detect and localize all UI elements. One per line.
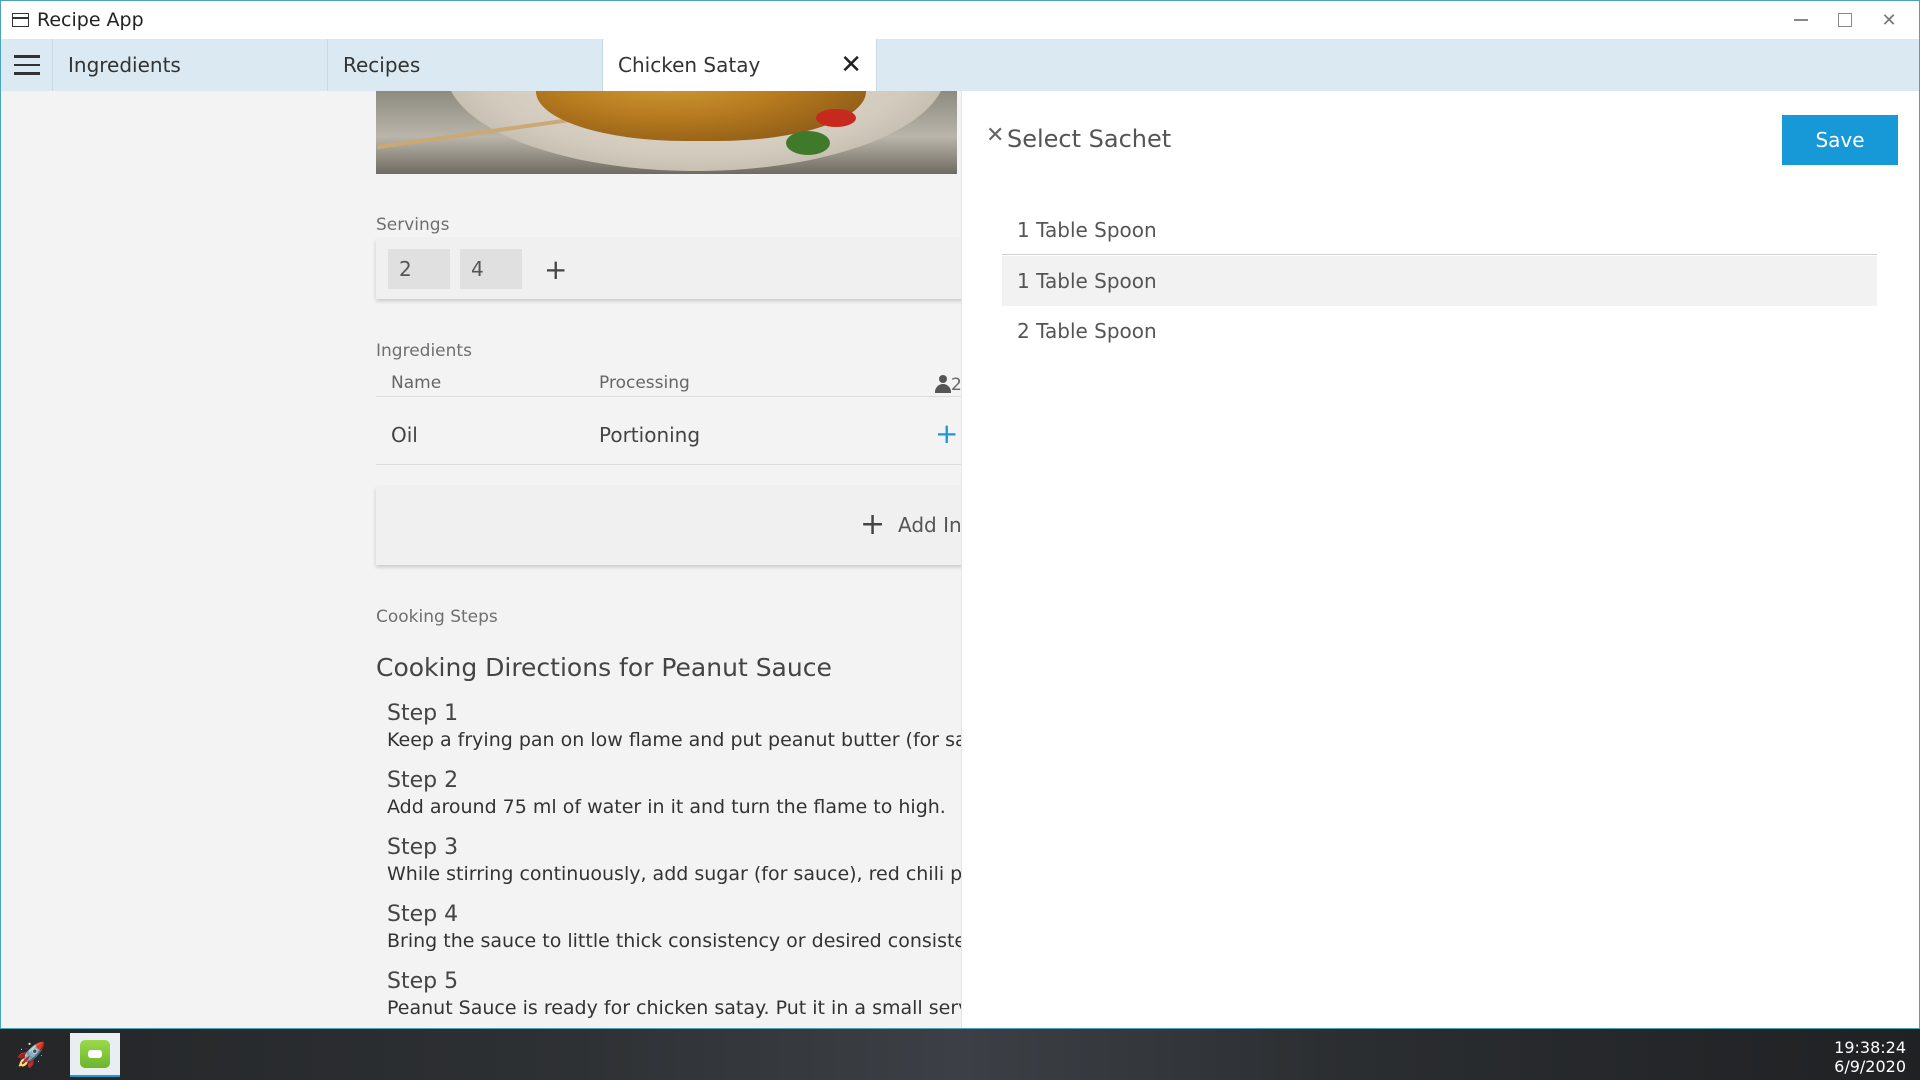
tab-recipes[interactable]: Recipes xyxy=(328,39,603,91)
select-sachet-panel: ✕ Select Sachet Save 1 Table Spoon 1 Tab… xyxy=(961,91,1919,1028)
clock-date: 6/9/2020 xyxy=(1834,1057,1906,1076)
recipe-image xyxy=(376,91,957,174)
hamburger-icon xyxy=(13,55,40,58)
hamburger-line xyxy=(13,72,40,75)
sachet-option-hovered[interactable]: 1 Table Spoon xyxy=(1002,256,1877,306)
column-name: Name xyxy=(391,373,442,393)
clock-time: 19:38:24 xyxy=(1834,1038,1906,1057)
step-text: Bring the sauce to little thick consiste… xyxy=(387,930,961,952)
add-ingredient-button[interactable]: + Add In xyxy=(376,487,961,565)
maximize-button[interactable] xyxy=(1823,1,1867,39)
step-text: While stirring continuously, add sugar (… xyxy=(387,863,961,885)
cooking-step: Step 2 Add around 75 ml of water in it a… xyxy=(387,768,961,818)
serving-option[interactable]: 4 xyxy=(460,249,522,289)
step-title: Step 1 xyxy=(387,701,459,726)
ingredient-name: Oil xyxy=(391,423,418,447)
leaf-shape xyxy=(786,131,830,155)
minimize-icon xyxy=(1794,19,1808,21)
minimize-button[interactable] xyxy=(1779,1,1823,39)
cooking-step: Step 1 Keep a frying pan on low flame an… xyxy=(387,701,961,751)
step-title: Step 5 xyxy=(387,969,459,994)
taskbar: 🚀 19:38:24 6/9/2020 xyxy=(0,1029,1920,1080)
cooking-step: Step 5 Peanut Sauce is ready for chicken… xyxy=(387,969,961,1019)
person-icon xyxy=(935,375,951,393)
cooking-directions-title: Cooking Directions for Peanut Sauce xyxy=(376,653,832,682)
menu-button[interactable] xyxy=(1,39,53,91)
save-button[interactable]: Save xyxy=(1782,115,1898,165)
close-icon: ✕ xyxy=(1881,9,1897,31)
add-ingredient-label: Add In xyxy=(898,513,961,537)
panel-title: Select Sachet xyxy=(1007,125,1172,153)
plus-icon: + xyxy=(860,507,886,542)
tab-ingredients[interactable]: Ingredients xyxy=(53,39,328,91)
cooking-step: Step 4 Bring the sauce to little thick c… xyxy=(387,902,961,952)
step-title: Step 2 xyxy=(387,768,459,793)
table-row[interactable]: Oil Portioning xyxy=(376,407,961,465)
recipe-detail: Servings 2 4 + Ingredients Name Processi… xyxy=(1,91,961,1028)
sachet-option[interactable]: 2 Table Spoon xyxy=(1002,306,1877,356)
person-count: 2 xyxy=(951,375,961,395)
ingredient-processing: Portioning xyxy=(599,423,701,447)
step-text: Add around 75 ml of water in it and turn… xyxy=(387,796,946,818)
step-text: Keep a frying pan on low flame and put p… xyxy=(387,729,961,751)
sachet-option[interactable]: 1 Table Spoon xyxy=(1002,205,1877,255)
chili-shape xyxy=(816,109,856,127)
close-tab-icon[interactable]: ✕ xyxy=(840,52,862,78)
cooking-step: Step 3 While stirring continuously, add … xyxy=(387,835,961,885)
taskbar-app-recipe[interactable] xyxy=(70,1033,120,1077)
window-title: Recipe App xyxy=(37,9,144,31)
rocket-icon[interactable]: 🚀 xyxy=(16,1041,46,1069)
servings-selector: 2 4 + xyxy=(376,239,961,299)
title-bar: Recipe App ✕ xyxy=(1,1,1919,39)
close-window-button[interactable]: ✕ xyxy=(1867,1,1911,39)
tab-bar: Ingredients Recipes Chicken Satay ✕ xyxy=(1,39,1919,91)
tab-chicken-satay[interactable]: Chicken Satay ✕ xyxy=(603,39,877,91)
ingredients-label: Ingredients xyxy=(376,341,472,361)
add-sachet-icon[interactable]: + xyxy=(935,417,958,450)
serving-option[interactable]: 2 xyxy=(388,249,450,289)
app-icon xyxy=(80,1040,110,1068)
system-clock: 19:38:24 6/9/2020 xyxy=(1834,1038,1906,1076)
app-icon-glyph xyxy=(88,1050,102,1058)
hamburger-line xyxy=(13,63,40,67)
step-title: Step 4 xyxy=(387,902,459,927)
servings-label: Servings xyxy=(376,215,450,235)
tab-label: Chicken Satay xyxy=(618,53,761,77)
add-serving-icon[interactable]: + xyxy=(544,249,567,289)
step-title: Step 3 xyxy=(387,835,459,860)
ingredients-table-header: Name Processing xyxy=(376,373,961,397)
maximize-icon xyxy=(1838,13,1852,27)
close-panel-icon[interactable]: ✕ xyxy=(986,125,1004,147)
window-icon xyxy=(12,13,29,27)
step-text: Peanut Sauce is ready for chicken satay.… xyxy=(387,997,961,1019)
app-window: Recipe App ✕ Ingredients Recipes Chicken… xyxy=(0,0,1920,1029)
cooking-steps-label: Cooking Steps xyxy=(376,607,498,627)
column-processing: Processing xyxy=(599,373,690,393)
